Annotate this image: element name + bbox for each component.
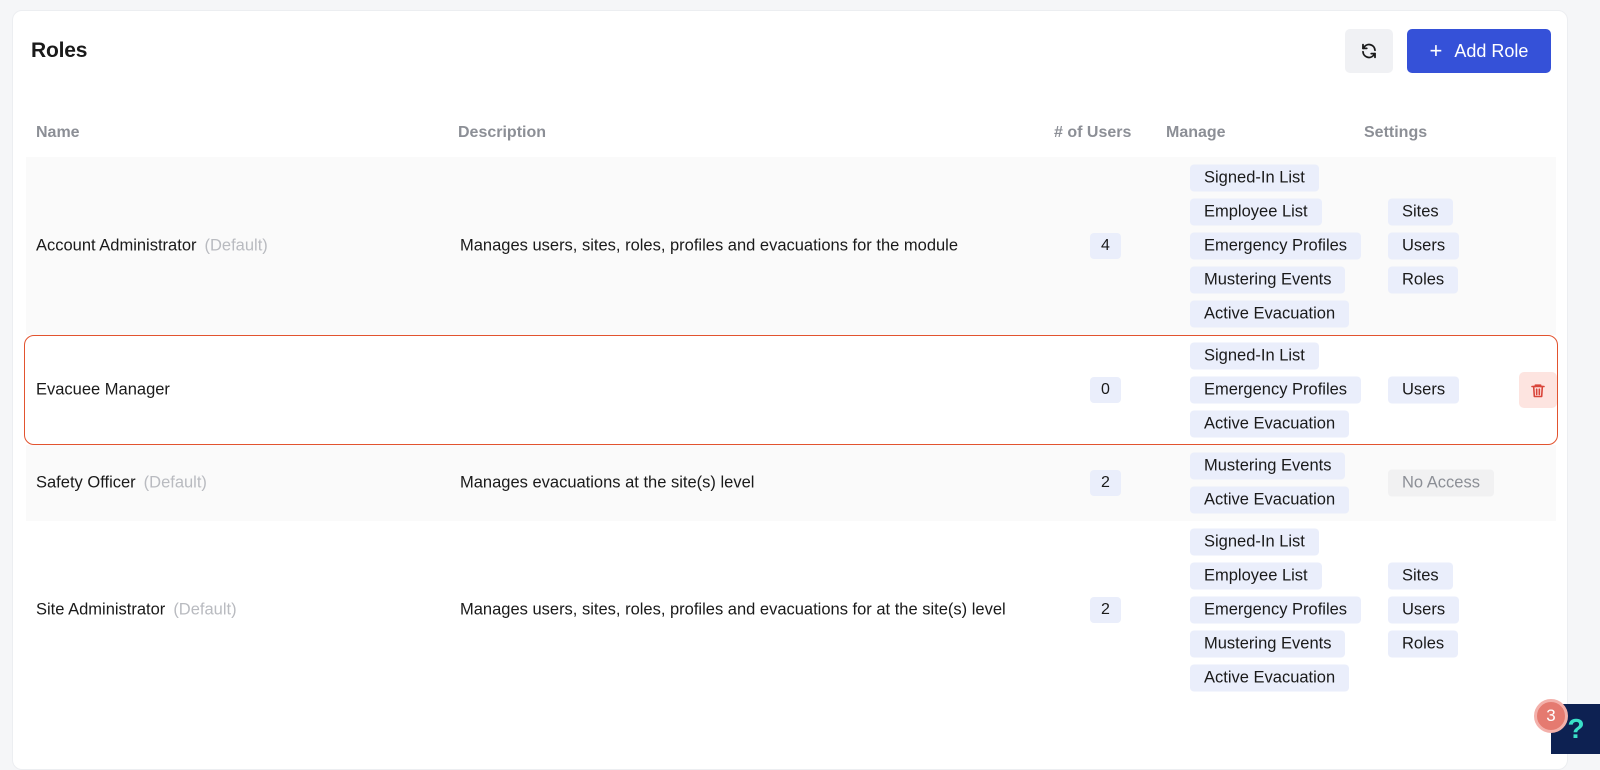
settings-tag: Sites (1388, 198, 1453, 226)
manage-tags: Mustering Events Active Evacuation (1190, 452, 1350, 514)
role-name: Evacuee Manager (36, 380, 170, 399)
role-description: Manages evacuations at the site(s) level (460, 473, 755, 492)
settings-tag: Roles (1388, 266, 1459, 294)
settings-tags: Users (1388, 376, 1460, 404)
notification-count-badge[interactable]: 3 (1534, 699, 1568, 733)
manage-tag: Mustering Events (1190, 452, 1346, 480)
default-label: (Default) (204, 236, 268, 255)
settings-tag: Sites (1388, 562, 1453, 590)
manage-tag: Signed-In List (1190, 164, 1319, 192)
settings-tags: No Access (1388, 469, 1494, 497)
role-name-cell: Safety Officer (Default) (36, 474, 207, 493)
add-role-label: Add Role (1454, 40, 1529, 61)
add-role-button[interactable]: + Add Role (1407, 29, 1551, 73)
user-count-badge: 0 (1090, 377, 1121, 403)
refresh-icon (1362, 43, 1376, 59)
settings-tag: Roles (1388, 630, 1459, 658)
role-description: Manages users, sites, roles, profiles an… (460, 600, 1006, 619)
user-count-badge: 2 (1090, 597, 1121, 623)
manage-tag: Mustering Events (1190, 630, 1346, 658)
delete-role-button[interactable] (1519, 372, 1557, 408)
header-user-count[interactable]: # of Users (1054, 124, 1131, 142)
header-description[interactable]: Description (458, 124, 546, 142)
manage-tag: Mustering Events (1190, 266, 1346, 294)
manage-tag: Active Evacuation (1190, 300, 1350, 328)
question-mark-icon: ? (1567, 713, 1585, 744)
settings-tags: Sites Users Roles (1388, 198, 1460, 294)
refresh-button[interactable] (1345, 29, 1393, 73)
table-row[interactable]: Evacuee Manager 0 Signed-In List Emergen… (24, 335, 1558, 445)
roles-table: Name Description # of Users Manage Setti… (24, 101, 1558, 699)
manage-tag: Emergency Profiles (1190, 596, 1362, 624)
manage-tag: Signed-In List (1190, 342, 1319, 370)
role-name-cell: Evacuee Manager (36, 381, 170, 400)
manage-tag: Signed-In List (1190, 528, 1319, 556)
no-access-tag: No Access (1388, 469, 1494, 497)
manage-tag: Active Evacuation (1190, 486, 1350, 514)
roles-card: Roles + Add Role Name Description # of U… (12, 10, 1568, 770)
user-count-badge: 4 (1090, 233, 1121, 259)
role-name-cell: Account Administrator (Default) (36, 237, 268, 256)
manage-tags: Signed-In List Employee List Emergency P… (1190, 164, 1362, 328)
manage-tags: Signed-In List Employee List Emergency P… (1190, 528, 1362, 692)
role-description: Manages users, sites, roles, profiles an… (460, 236, 959, 255)
settings-tags: Sites Users Roles (1388, 562, 1460, 658)
manage-tags: Signed-In List Emergency Profiles Active… (1190, 342, 1362, 438)
table-row[interactable]: Site Administrator (Default) Manages user… (26, 521, 1556, 699)
role-name: Account Administrator (36, 236, 197, 255)
table-row[interactable]: Account Administrator (Default) Manages u… (26, 157, 1556, 335)
table-row[interactable]: Safety Officer (Default) Manages evacuati… (26, 445, 1556, 521)
manage-tag: Active Evacuation (1190, 410, 1350, 438)
manage-tag: Employee List (1190, 198, 1322, 226)
manage-tag: Active Evacuation (1190, 664, 1350, 692)
header-settings: Settings (1364, 124, 1428, 141)
header-manage[interactable]: Manage (1166, 124, 1226, 142)
default-label: (Default) (143, 473, 207, 492)
settings-tag: Users (1388, 376, 1460, 404)
role-name: Site Administrator (36, 600, 166, 619)
trash-icon (1531, 383, 1545, 397)
role-name: Safety Officer (36, 473, 136, 492)
settings-tag: Users (1388, 232, 1460, 260)
plus-icon: + (1429, 38, 1443, 63)
user-count-badge: 2 (1090, 470, 1121, 496)
manage-tag: Emergency Profiles (1190, 232, 1362, 260)
manage-tag: Emergency Profiles (1190, 376, 1362, 404)
table-header: Name Description # of Users Manage Setti… (26, 101, 1556, 157)
settings-tag: Users (1388, 596, 1460, 624)
header-name[interactable]: Name (36, 124, 80, 142)
default-label: (Default) (173, 600, 237, 619)
role-name-cell: Site Administrator (Default) (36, 601, 237, 620)
manage-tag: Employee List (1190, 562, 1322, 590)
page-title: Roles (31, 39, 88, 62)
